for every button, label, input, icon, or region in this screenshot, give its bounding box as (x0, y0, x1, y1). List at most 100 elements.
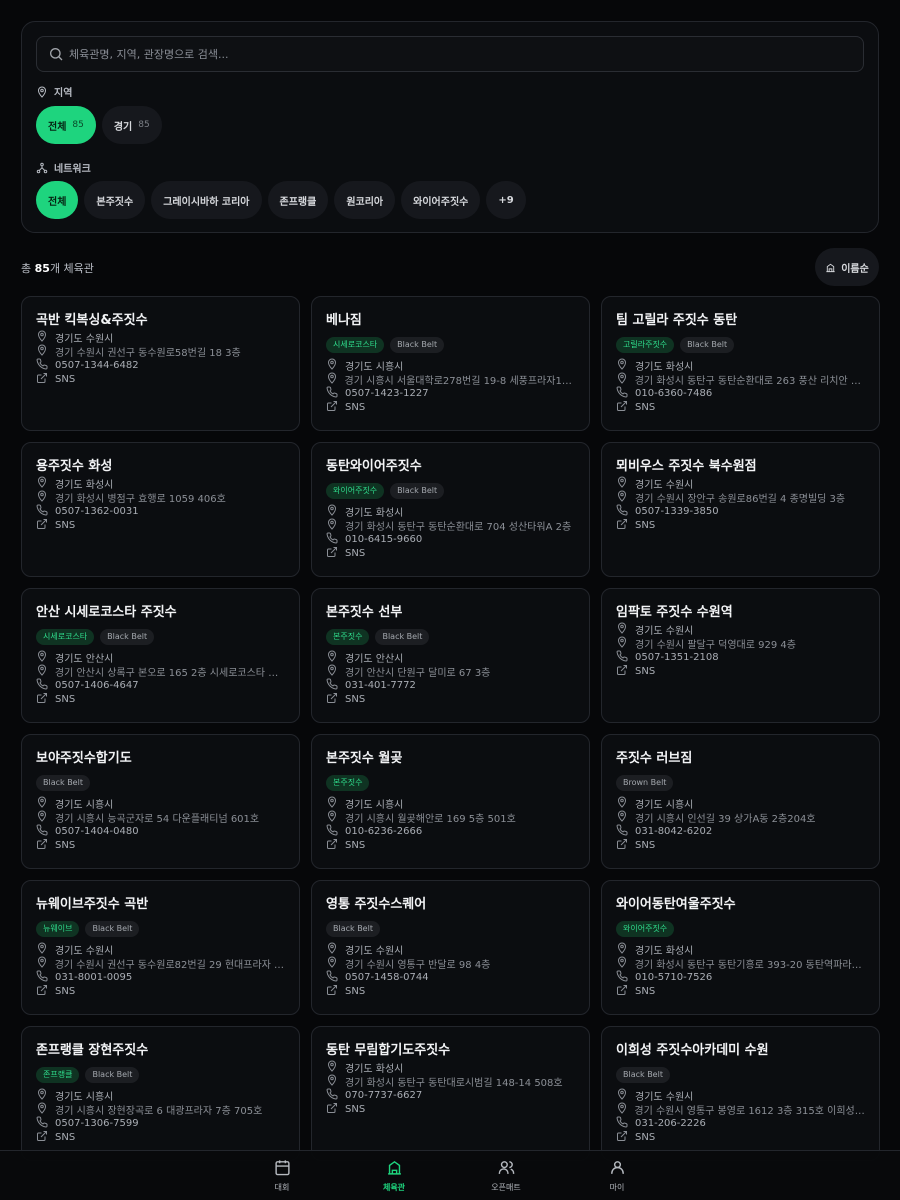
gym-card[interactable]: 용주짓수 화성 경기도 화성시 경기 화성시 병점구 효행로 1059 406호 05… (21, 442, 300, 577)
gym-phone[interactable]: 010-6360-7486 (635, 388, 712, 399)
sns-row[interactable]: SNS (36, 838, 285, 852)
sns-link[interactable]: SNS (55, 1132, 75, 1143)
sns-link[interactable]: SNS (635, 840, 655, 851)
network-chip[interactable]: 본주짓수 (84, 181, 146, 219)
sns-row[interactable]: SNS (616, 400, 865, 414)
sns-row[interactable]: SNS (36, 518, 285, 532)
sns-row[interactable]: SNS (326, 692, 575, 706)
nav-item[interactable]: 오픈매트 (476, 1159, 536, 1193)
gym-card[interactable]: 본주짓수 월곶 본주짓수 경기도 시흥시 경기 시흥시 월곶해안로 169 5층 50… (311, 734, 590, 869)
phone-row[interactable]: 0507-1362-0031 (36, 503, 285, 518)
sns-link[interactable]: SNS (635, 666, 655, 677)
sns-link[interactable]: SNS (635, 1132, 655, 1143)
sns-link[interactable]: SNS (345, 548, 365, 559)
gym-phone[interactable]: 031-401-7772 (345, 680, 416, 691)
sns-link[interactable]: SNS (345, 1104, 365, 1115)
gym-card[interactable]: 동탄와이어주짓수 와이어주짓수 Black Belt 경기도 화성시 경기 화성시 동탄… (311, 442, 590, 577)
gym-phone[interactable]: 0507-1351-2108 (635, 652, 719, 663)
network-chip[interactable]: 그레이시바하 코리아 (151, 181, 262, 219)
gym-phone[interactable]: 0507-1423-1227 (345, 388, 429, 399)
sns-link[interactable]: SNS (635, 402, 655, 413)
phone-row[interactable]: 031-8001-0095 (36, 969, 285, 984)
gym-card[interactable]: 보야주짓수합기도 Black Belt 경기도 시흥시 경기 시흥시 능곡군자로 54… (21, 734, 300, 869)
sns-link[interactable]: SNS (635, 520, 655, 531)
gym-card[interactable]: 이희성 주짓수아카데미 수원 Black Belt 경기도 수원시 경기 수원시 영통… (601, 1026, 880, 1161)
gym-phone[interactable]: 010-6236-2666 (345, 826, 422, 837)
phone-row[interactable]: 0507-1351-2108 (616, 649, 865, 664)
phone-row[interactable]: 010-5710-7526 (616, 969, 865, 984)
phone-row[interactable]: 0507-1306-7599 (36, 1115, 285, 1130)
gym-phone[interactable]: 0507-1306-7599 (55, 1118, 139, 1129)
sns-row[interactable]: SNS (326, 984, 575, 998)
phone-row[interactable]: 010-6415-9660 (326, 531, 575, 546)
gym-card[interactable]: 동탄 무림합기도주짓수 경기도 화성시 경기 화성시 동탄구 동탄대로시범길 148… (311, 1026, 590, 1161)
sns-link[interactable]: SNS (55, 520, 75, 531)
gym-phone[interactable]: 0507-1362-0031 (55, 506, 139, 517)
sns-link[interactable]: SNS (55, 694, 75, 705)
sns-row[interactable]: SNS (616, 1130, 865, 1144)
phone-row[interactable]: 0507-1404-0480 (36, 823, 285, 838)
phone-row[interactable]: 031-8042-6202 (616, 823, 865, 838)
nav-item[interactable]: 체육관 (364, 1159, 424, 1193)
nav-item[interactable]: 마이 (587, 1159, 647, 1193)
gym-card[interactable]: 뫼비우스 주짓수 북수원점 경기도 수원시 경기 수원시 장안구 송원로86번길 4… (601, 442, 880, 577)
phone-row[interactable]: 0507-1406-4647 (36, 677, 285, 692)
sns-link[interactable]: SNS (345, 402, 365, 413)
gym-card[interactable]: 곡반 킥복싱&주짓수 경기도 수원시 경기 수원시 권선구 동수원로58번길 18 … (21, 296, 300, 431)
gym-card[interactable]: 안산 시세로코스타 주짓수 시세로코스타 Black Belt 경기도 안산시 경기 안… (21, 588, 300, 723)
sns-row[interactable]: SNS (36, 1130, 285, 1144)
sns-row[interactable]: SNS (326, 546, 575, 560)
gym-phone[interactable]: 0507-1344-6482 (55, 360, 139, 371)
network-chip-more[interactable]: +9 (486, 181, 526, 219)
network-chip[interactable]: 원코리아 (334, 181, 396, 219)
phone-row[interactable]: 0507-1344-6482 (36, 357, 285, 372)
network-chip-all[interactable]: 전체 (36, 181, 79, 219)
sns-row[interactable]: SNS (616, 838, 865, 852)
phone-row[interactable]: 031-206-2226 (616, 1115, 865, 1130)
gym-card[interactable]: 존프랭클 장현주짓수 존프랭클 Black Belt 경기도 시흥시 경기 시흥시 장현… (21, 1026, 300, 1161)
gym-card[interactable]: 본주짓수 선부 본주짓수 Black Belt 경기도 안산시 경기 안산시 단원구 달… (311, 588, 590, 723)
sns-link[interactable]: SNS (635, 986, 655, 997)
gym-phone[interactable]: 031-8001-0095 (55, 972, 132, 983)
phone-row[interactable]: 031-401-7772 (326, 677, 575, 692)
nav-item[interactable]: 대회 (252, 1159, 312, 1193)
phone-row[interactable]: 0507-1339-3850 (616, 503, 865, 518)
sns-link[interactable]: SNS (55, 840, 75, 851)
phone-row[interactable]: 0507-1423-1227 (326, 385, 575, 400)
sns-row[interactable]: SNS (326, 838, 575, 852)
sns-link[interactable]: SNS (345, 840, 365, 851)
region-chip-all[interactable]: 전체 85 (36, 106, 96, 144)
phone-row[interactable]: 0507-1458-0744 (326, 969, 575, 984)
sns-link[interactable]: SNS (345, 694, 365, 705)
phone-row[interactable]: 070-7737-6627 (326, 1087, 575, 1102)
sns-row[interactable]: SNS (326, 400, 575, 414)
gym-card[interactable]: 베나짐 시세로코스타 Black Belt 경기도 시흥시 경기 시흥시 서울대학로27… (311, 296, 590, 431)
search-box[interactable] (36, 36, 864, 72)
gym-phone[interactable]: 0507-1406-4647 (55, 680, 139, 691)
gym-card[interactable]: 팀 고릴라 주짓수 동탄 고릴라주짓수 Black Belt 경기도 화성시 경기 화성… (601, 296, 880, 431)
sns-row[interactable]: SNS (326, 1102, 575, 1116)
gym-phone[interactable]: 0507-1339-3850 (635, 506, 719, 517)
gym-phone[interactable]: 010-5710-7526 (635, 972, 712, 983)
sort-button[interactable]: 이름순 (815, 248, 879, 286)
gym-card[interactable]: 임팍토 주짓수 수원역 경기도 수원시 경기 수원시 팔달구 덕영대로 929 4층… (601, 588, 880, 723)
gym-phone[interactable]: 0507-1404-0480 (55, 826, 139, 837)
phone-row[interactable]: 010-6360-7486 (616, 385, 865, 400)
gym-card[interactable]: 주짓수 러브짐 Brown Belt 경기도 시흥시 경기 시흥시 인선길 39 상가… (601, 734, 880, 869)
gym-card[interactable]: 뉴웨이브주짓수 곡반 뉴웨이브 Black Belt 경기도 수원시 경기 수원시 권선… (21, 880, 300, 1015)
gym-phone[interactable]: 010-6415-9660 (345, 534, 422, 545)
sns-row[interactable]: SNS (36, 692, 285, 706)
network-chip[interactable]: 와이어주짓수 (401, 181, 481, 219)
region-chip-gyeonggi[interactable]: 경기 85 (101, 106, 162, 144)
sns-row[interactable]: SNS (616, 664, 865, 678)
sns-row[interactable]: SNS (616, 984, 865, 998)
search-input[interactable] (69, 37, 849, 71)
sns-link[interactable]: SNS (345, 986, 365, 997)
sns-row[interactable]: SNS (616, 518, 865, 532)
sns-link[interactable]: SNS (55, 986, 75, 997)
gym-phone[interactable]: 031-8042-6202 (635, 826, 712, 837)
gym-card[interactable]: 와이어동탄여울주짓수 와이어주짓수 경기도 화성시 경기 화성시 동탄구 동탄기흥로 … (601, 880, 880, 1015)
gym-card[interactable]: 영통 주짓수스퀘어 Black Belt 경기도 수원시 경기 수원시 영통구 반달로… (311, 880, 590, 1015)
phone-row[interactable]: 010-6236-2666 (326, 823, 575, 838)
sns-link[interactable]: SNS (55, 374, 75, 385)
